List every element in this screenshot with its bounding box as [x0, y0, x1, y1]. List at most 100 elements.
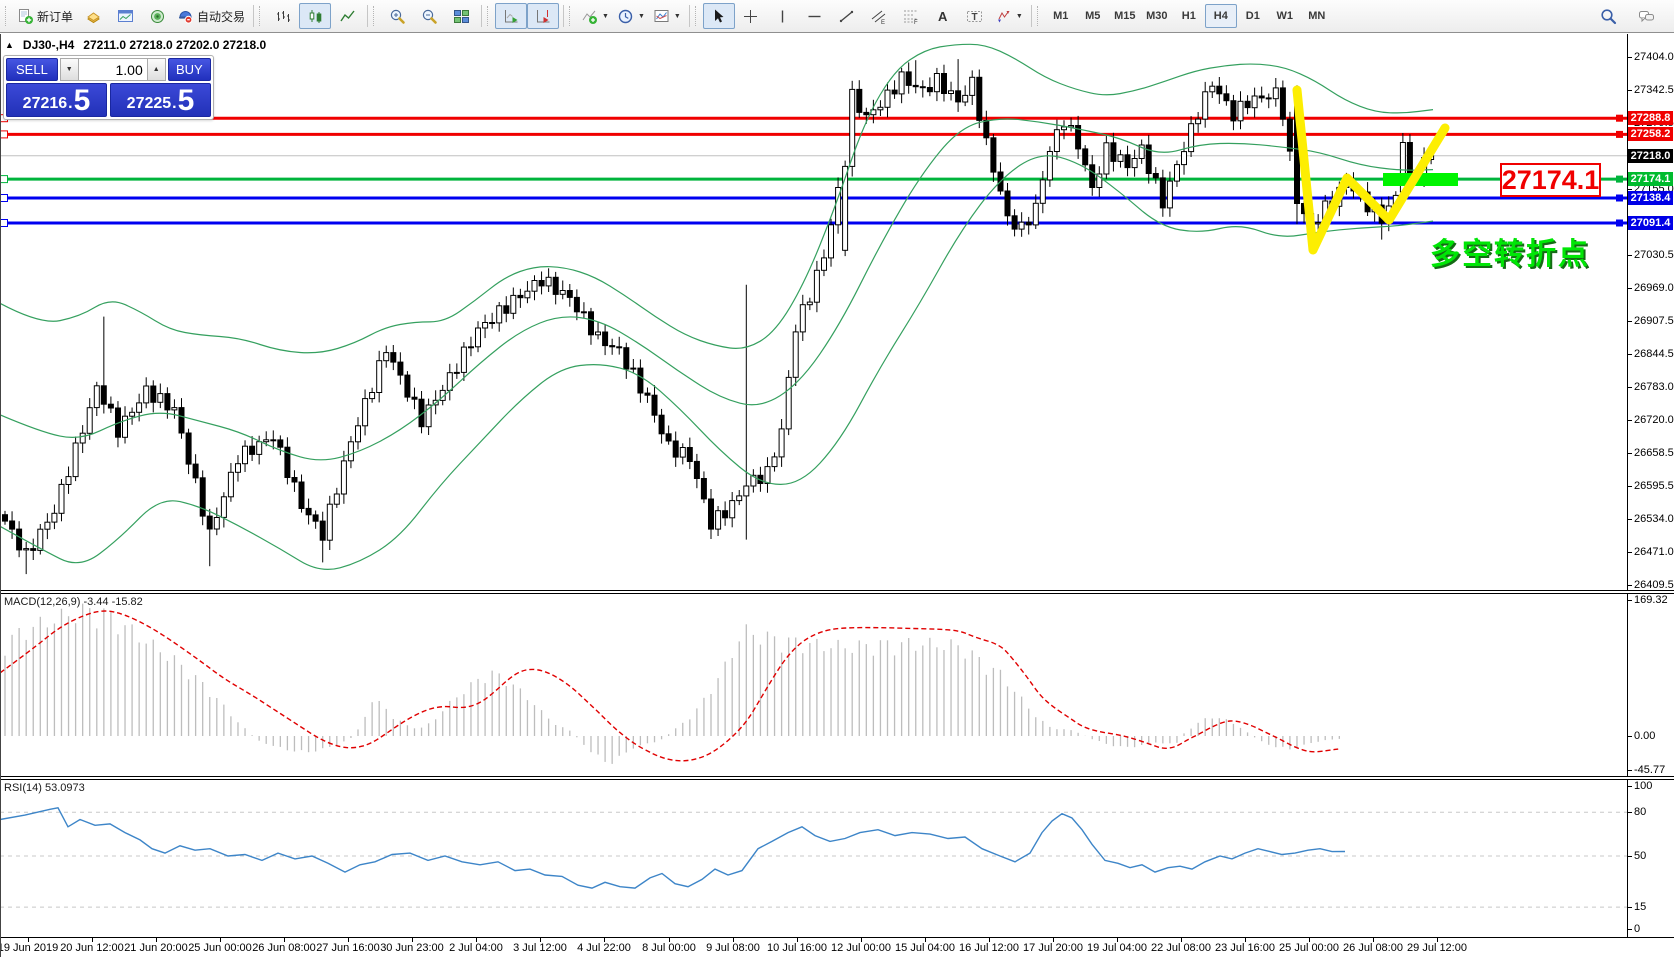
text-button[interactable]: A [927, 3, 959, 29]
candle-body [864, 112, 869, 114]
volume-increase-button[interactable]: ▲ [147, 58, 166, 81]
candle-body [1083, 149, 1088, 165]
periods-button[interactable]: ▼ [613, 3, 649, 29]
navigator-button[interactable] [141, 3, 173, 29]
pane-separator[interactable] [0, 590, 1674, 594]
pane-separator[interactable] [0, 776, 1674, 780]
buy-price-button[interactable]: 27225.5 [110, 83, 211, 117]
macd-label: MACD(12,26,9) -3.44 -15.82 [4, 596, 143, 608]
autotrading-button[interactable]: 自动交易 [173, 3, 249, 29]
candle-body [59, 484, 64, 513]
toolbar-grip[interactable] [569, 6, 574, 26]
bar-chart-button[interactable] [267, 3, 299, 29]
line-chart-button[interactable] [331, 3, 363, 29]
timeframe-w1-button[interactable]: W1 [1269, 4, 1301, 28]
indicators-button[interactable]: ▼ [577, 3, 613, 29]
candle-body [24, 549, 29, 550]
time-tick-label: 12 Jul 00:00 [831, 942, 891, 954]
svg-text:T: T [972, 12, 978, 23]
timeframe-m5-button[interactable]: M5 [1077, 4, 1109, 28]
candle-body [624, 348, 629, 369]
trendline-button[interactable] [831, 3, 863, 29]
candle-body [144, 386, 149, 403]
search-button[interactable] [1592, 3, 1624, 29]
toolbar-grip[interactable] [1037, 6, 1042, 26]
price-plot[interactable] [0, 34, 1628, 590]
price-callout-box[interactable]: 27174.1 [1500, 163, 1601, 197]
candle-body [1245, 101, 1250, 107]
timeframe-mn-button[interactable]: MN [1301, 4, 1333, 28]
chart-window[interactable]: ▲ DJ30-,H4 27211.0 27218.0 27202.0 27218… [0, 34, 1674, 957]
toolbar-grip[interactable] [259, 6, 264, 26]
candle-body [278, 440, 283, 447]
line-handle[interactable] [1616, 195, 1623, 202]
axis-tick-mark [1628, 453, 1632, 454]
chart-gold-button[interactable] [77, 3, 109, 29]
macd-pane[interactable]: MACD(12,26,9) -3.44 -15.82 [0, 594, 1674, 776]
price-pane[interactable]: ▲ DJ30-,H4 27211.0 27218.0 27202.0 27218… [0, 34, 1674, 590]
candle-body [603, 332, 608, 346]
profile-window-icon [117, 8, 134, 25]
line-handle[interactable] [1, 131, 8, 138]
zoom-in-button[interactable] [381, 3, 413, 29]
fibonacci-button[interactable]: F [895, 3, 927, 29]
chat-button[interactable] [1630, 3, 1662, 29]
line-handle[interactable] [1616, 115, 1623, 122]
line-handle[interactable] [1, 195, 8, 202]
annotation-text[interactable]: 多空转折点 [1430, 229, 1590, 273]
level-price-label: 27288.8 [1628, 111, 1673, 125]
line-handle[interactable] [1616, 131, 1623, 138]
time-axis[interactable]: 19 Jun 201920 Jun 12:0021 Jun 20:0025 Ju… [0, 937, 1674, 957]
candle-body [271, 440, 276, 441]
toolbar-grip[interactable] [5, 6, 10, 26]
price-tick-label: 26595.5 [1634, 480, 1674, 492]
tile-windows-button[interactable] [445, 3, 477, 29]
timeframe-m1-button[interactable]: M1 [1045, 4, 1077, 28]
chevron-down-icon: ▼ [638, 13, 645, 20]
price-tick-label: 15 [1634, 901, 1646, 913]
candle-body [1026, 222, 1031, 225]
price-axis[interactable]: 27404.027342.527279.527155.027030.526969… [1628, 34, 1674, 957]
rsi-pane[interactable]: RSI(14) 53.0973 [0, 780, 1674, 937]
macd-plot[interactable] [0, 594, 1628, 776]
hline-button[interactable] [799, 3, 831, 29]
candle-chart-button[interactable] [299, 3, 331, 29]
channel-button[interactable]: E [863, 3, 895, 29]
zigzag-annotation[interactable] [1297, 90, 1445, 250]
vline-button[interactable] [767, 3, 799, 29]
search-icon [1600, 8, 1617, 25]
sell-price-button[interactable]: 27216.5 [6, 83, 107, 117]
price-tick-label: 26471.0 [1634, 546, 1674, 558]
templates-button[interactable]: ▼ [649, 3, 685, 29]
buy-button[interactable]: BUY [168, 58, 211, 81]
toolbar-grip[interactable] [373, 6, 378, 26]
crosshair-button[interactable] [735, 3, 767, 29]
cursor-button[interactable] [703, 3, 735, 29]
zoom-out-button[interactable] [413, 3, 445, 29]
toolbar-grip[interactable] [695, 6, 700, 26]
rsi-plot[interactable] [0, 780, 1628, 937]
toolbar-grip[interactable] [487, 6, 492, 26]
timeframe-h4-button[interactable]: H4 [1205, 4, 1237, 28]
line-handle[interactable] [1, 176, 8, 183]
svg-text:F: F [914, 20, 918, 25]
sell-button[interactable]: SELL [6, 58, 58, 81]
timeframe-d1-button[interactable]: D1 [1237, 4, 1269, 28]
timeframe-h1-button[interactable]: H1 [1173, 4, 1205, 28]
text-label-button[interactable]: T [959, 3, 991, 29]
timeframe-m15-button[interactable]: M15 [1109, 4, 1141, 28]
timeframe-m30-button[interactable]: M30 [1141, 4, 1173, 28]
new-order-button[interactable]: 新订单 [13, 3, 77, 29]
candle-body [878, 107, 883, 110]
chart-shift-button[interactable] [527, 3, 559, 29]
candle-body [320, 521, 325, 540]
volume-decrease-button[interactable]: ▼ [60, 58, 79, 81]
line-handle[interactable] [1, 220, 8, 227]
auto-scroll-button[interactable] [495, 3, 527, 29]
zoom-in-icon [389, 8, 406, 25]
profile-window-button[interactable] [109, 3, 141, 29]
line-handle[interactable] [1616, 220, 1623, 227]
shapes-button[interactable]: ▼ [991, 3, 1027, 29]
volume-input[interactable] [79, 58, 147, 81]
line-handle[interactable] [1616, 176, 1623, 183]
